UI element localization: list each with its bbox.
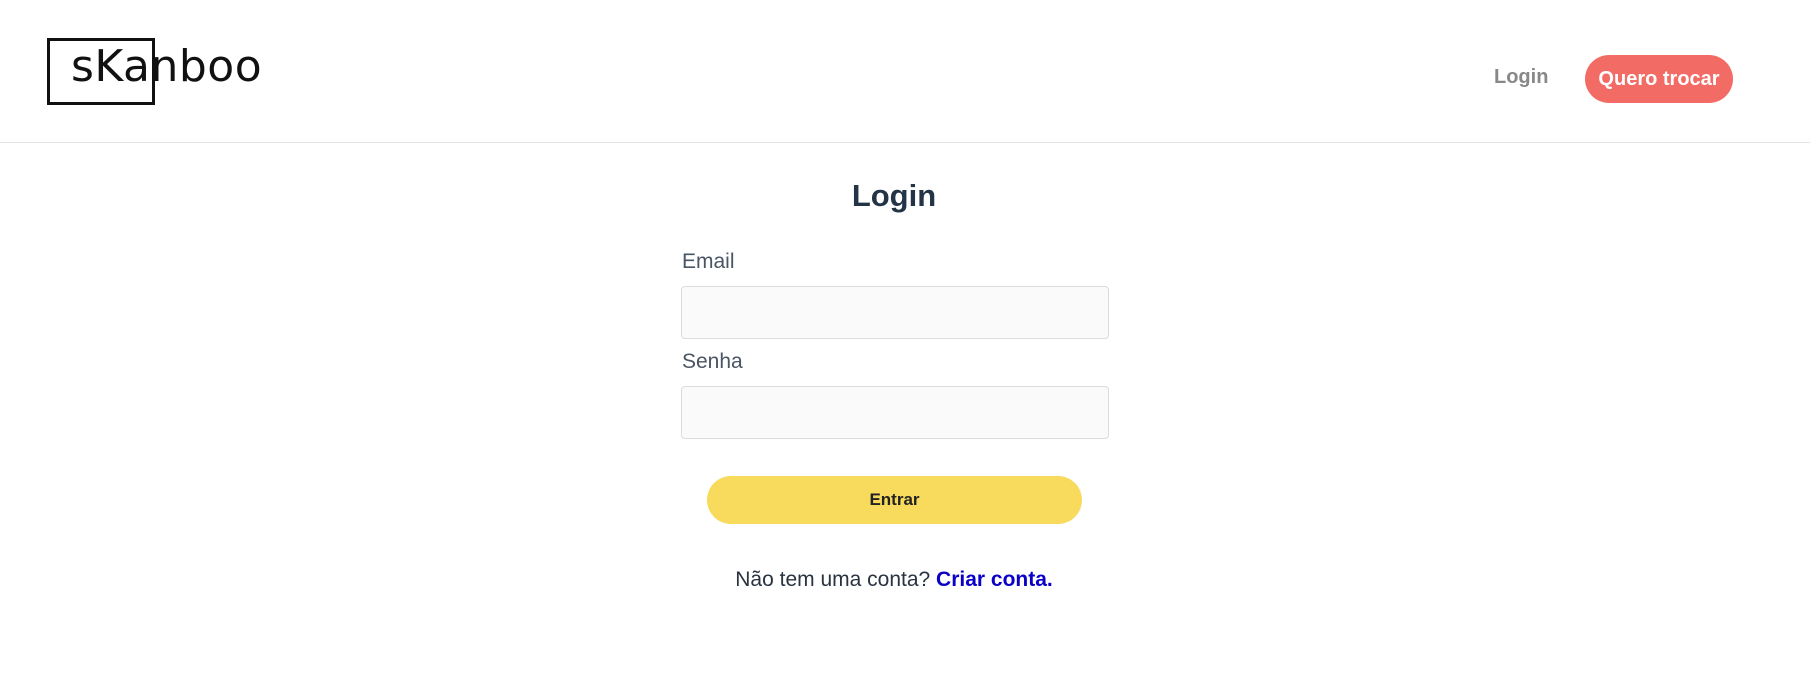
nav-login-link[interactable]: Login bbox=[1494, 66, 1548, 89]
logo-text: sKanboo bbox=[71, 41, 263, 92]
page-title: Login bbox=[851, 178, 937, 213]
email-field[interactable] bbox=[681, 286, 1109, 339]
password-label: Senha bbox=[682, 350, 743, 373]
signup-prompt-text: Não tem uma conta? bbox=[735, 568, 931, 591]
entrar-button[interactable]: Entrar bbox=[707, 476, 1082, 524]
create-account-link[interactable]: Criar conta. bbox=[936, 568, 1053, 591]
password-field[interactable] bbox=[681, 386, 1109, 439]
quero-trocar-button[interactable]: Quero trocar bbox=[1585, 55, 1733, 103]
site-header: sKanboo Login Quero trocar bbox=[0, 0, 1810, 143]
signup-prompt-line: Não tem uma conta? Criar conta. bbox=[0, 568, 1788, 592]
email-label: Email bbox=[682, 250, 735, 273]
skanboo-logo[interactable]: sKanboo bbox=[47, 38, 267, 107]
